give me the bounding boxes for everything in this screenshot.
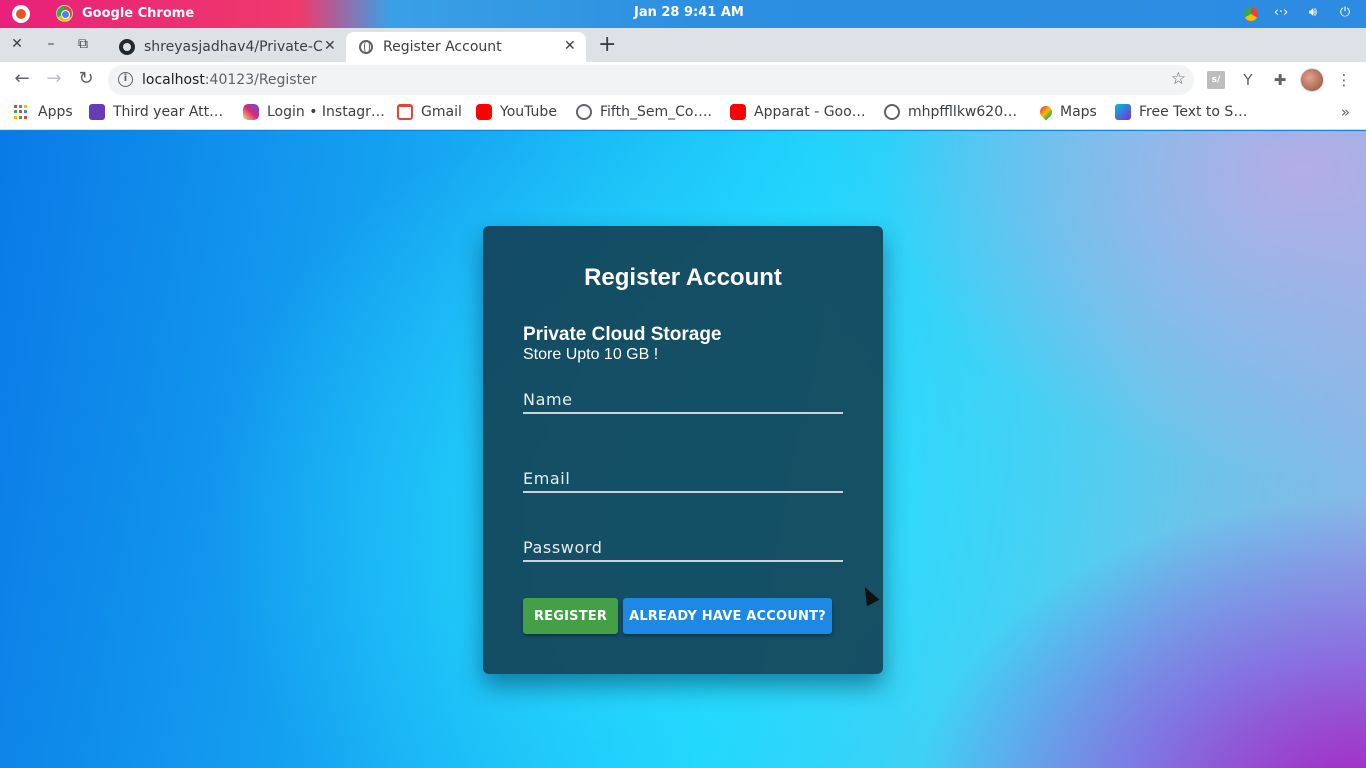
youtube-icon [476, 104, 492, 120]
window-minimize-icon[interactable]: – [42, 36, 60, 52]
bookmark-maps[interactable]: Maps [1037, 103, 1097, 121]
bookmark-star-icon[interactable]: ☆ [1171, 69, 1186, 89]
brand-tagline: Store Upto 10 GB ! [523, 346, 659, 363]
name-field [523, 386, 843, 414]
bookmark-label: Third year Att… [113, 104, 224, 120]
power-icon[interactable]: ⏻ [1336, 5, 1354, 21]
tab-register-account[interactable]: Register Account ✕ [346, 32, 586, 62]
url-path: :40123/Register [204, 72, 317, 88]
text-to-speech-icon [1115, 104, 1131, 120]
apps-grid-icon [14, 105, 28, 119]
gmail-icon [397, 104, 413, 120]
register-button[interactable]: REGISTER [523, 598, 618, 634]
tab-title: Register Account [383, 39, 502, 55]
bookmark-free-text-to-speech[interactable]: Free Text to S… [1115, 104, 1247, 120]
bookmarks-bar: Apps Third year Att… Login • Instagr… Gm… [0, 98, 1366, 130]
name-input[interactable] [523, 386, 843, 412]
chrome-tray-icon[interactable] [1244, 7, 1258, 21]
active-app-name[interactable]: Google Chrome [82, 6, 194, 21]
password-field [523, 534, 843, 562]
bookmark-gmail[interactable]: Gmail [397, 104, 462, 120]
maps-icon [1037, 103, 1055, 121]
password-input[interactable] [523, 534, 843, 560]
extensions-puzzle-icon[interactable]: ✚ [1271, 71, 1289, 89]
page-background: Register Account Private Cloud Storage S… [0, 131, 1366, 768]
forward-button[interactable]: → [44, 68, 64, 89]
email-field [523, 465, 843, 493]
page-title: Register Account [584, 264, 782, 291]
globe-icon [359, 40, 373, 54]
reload-button[interactable]: ↻ [76, 68, 96, 89]
bookmark-label: Login • Instagr… [267, 104, 385, 120]
address-bar[interactable]: i localhost:40123/Register ☆ [108, 65, 1194, 95]
tab-close-icon[interactable]: ✕ [324, 38, 336, 54]
brand-name: Private Cloud Storage [523, 324, 722, 345]
tab-title: shreyasjadhav4/Private-C [144, 39, 322, 55]
system-clock[interactable]: Jan 28 9:41 AM [634, 5, 744, 20]
system-tray[interactable]: ‹·› 🔊︎ ⏻ [1244, 5, 1354, 21]
y-extension-icon[interactable]: Y [1239, 71, 1257, 89]
bookmark-instagram[interactable]: Login • Instagr… [243, 104, 385, 120]
instagram-icon [243, 104, 259, 120]
window-restore-icon[interactable]: ⧉ [74, 36, 92, 52]
bookmark-label: Apparat - Goo… [754, 104, 866, 120]
ubuntu-logo-icon[interactable] [12, 5, 30, 23]
bookmark-apps[interactable]: Apps [14, 104, 73, 120]
bookmark-label: mhpffllkw620… [908, 104, 1018, 120]
youtube-icon [730, 104, 746, 120]
site-info-icon[interactable]: i [118, 72, 133, 87]
url-host: localhost [142, 72, 205, 88]
already-have-account-button[interactable]: ALREADY HAVE ACCOUNT? [623, 598, 832, 634]
globe-icon [884, 104, 900, 120]
bookmark-label: Gmail [421, 104, 462, 120]
back-button[interactable]: ← [12, 68, 32, 89]
tab-strip: ✕ – ⧉ shreyasjadhav4/Private-C ✕ Registe… [0, 28, 1366, 62]
bookmark-label: Fifth_Sem_Co…. [600, 104, 712, 120]
tab-close-icon[interactable]: ✕ [564, 38, 576, 54]
bookmarks-overflow-icon[interactable]: » [1341, 103, 1350, 121]
profile-avatar[interactable] [1300, 68, 1324, 92]
bookmark-label: Apps [38, 104, 73, 120]
bookmark-fifth-sem[interactable]: Fifth_Sem_Co…. [576, 104, 712, 120]
register-card: Register Account Private Cloud Storage S… [483, 226, 883, 674]
email-input[interactable] [523, 465, 843, 491]
new-tab-button[interactable]: + [598, 32, 616, 57]
chrome-icon [56, 5, 73, 22]
volume-icon[interactable]: 🔊︎ [1304, 5, 1322, 21]
bookmark-third-year[interactable]: Third year Att… [89, 104, 223, 120]
bookmark-apparat[interactable]: Apparat - Goo… [730, 104, 866, 120]
bookmark-label: Free Text to S… [1139, 104, 1248, 120]
browser-toolbar: ← → ↻ i localhost:40123/Register ☆ s/ Y … [0, 62, 1366, 98]
bookmark-label: YouTube [500, 104, 557, 120]
window-close-icon[interactable]: ✕ [8, 36, 26, 52]
bookmark-youtube[interactable]: YouTube [476, 104, 557, 120]
github-icon [119, 39, 135, 55]
globe-icon [576, 104, 592, 120]
network-icon[interactable]: ‹·› [1272, 5, 1290, 21]
tab-github[interactable]: shreyasjadhav4/Private-C ✕ [110, 32, 346, 62]
os-top-bar: Google Chrome Jan 28 9:41 AM ‹·› 🔊︎ ⏻ [0, 0, 1366, 28]
bookmark-mhpffllkw[interactable]: mhpffllkw620… [884, 104, 1017, 120]
tasks-icon [89, 104, 105, 120]
extension-icon[interactable]: s/ [1207, 71, 1225, 89]
bookmark-label: Maps [1060, 104, 1097, 120]
url-text[interactable]: localhost:40123/Register [142, 72, 316, 88]
chrome-menu-icon[interactable]: ⋮ [1335, 71, 1353, 89]
